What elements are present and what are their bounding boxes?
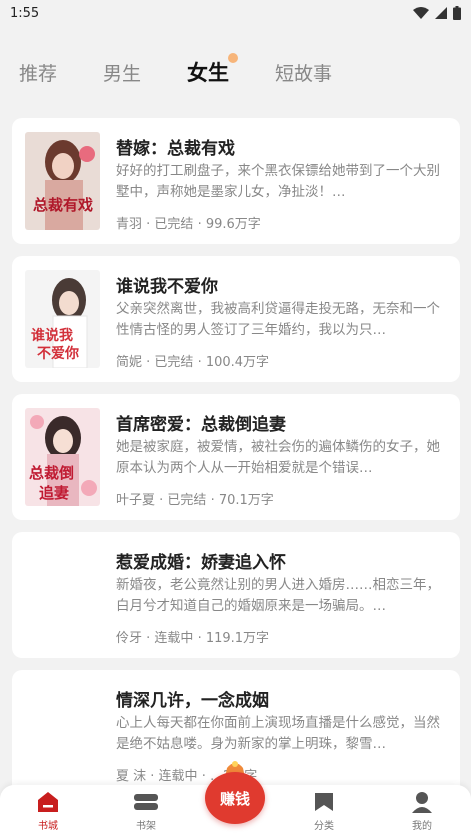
book-description: 新婚夜，老公竟然让别的男人进入婚房……相恋三年，白月兮才知道自己的婚姻原来是一场… — [116, 577, 440, 614]
svg-text:追妻: 追妻 — [39, 484, 69, 502]
book-status: 连载中 — [154, 631, 194, 646]
category-tabs: 推荐 男生 女生 短故事 — [0, 50, 471, 94]
book-meta: 叶子夏 · 已完结 · 70.1万字 — [116, 493, 274, 508]
book-word-count: 119.1万字 — [205, 631, 270, 646]
book-description: 心上人每天都在你面前上演现场直播是什么感觉，当然是绝不姑息喽。身为新家的掌上明珠… — [116, 715, 440, 752]
nav-mine-label: 我的 — [412, 821, 432, 832]
battery-icon — [453, 6, 461, 20]
book-title: 情深几许，一念成姻 — [116, 691, 269, 711]
earn-button-label: 赚钱 — [219, 789, 250, 808]
book-cover-placeholder — [25, 546, 100, 644]
earn-button[interactable]: 赚钱 — [205, 772, 265, 824]
tab-recommend[interactable]: 推荐 — [19, 59, 57, 86]
book-author: 叶子夏 — [116, 493, 156, 508]
nav-bookshelf[interactable]: 书架 — [116, 791, 176, 832]
book-cover: 谁说我 不爱你 — [25, 270, 100, 368]
nav-bookshelf-label: 书架 — [136, 821, 156, 832]
book-description: 父亲突然离世，我被高利贷逼得走投无路，无奈和一个性情古怪的男人签订了三年婚约，我… — [116, 301, 440, 338]
nav-mine[interactable]: 我的 — [392, 791, 452, 832]
status-icons — [413, 6, 461, 20]
nav-bookstore[interactable]: 书城 — [18, 791, 78, 832]
book-card[interactable]: 惹爱成婚：娇妻追入怀 新婚夜，老公竟然让别的男人进入婚房……相恋三年，白月兮才知… — [12, 532, 460, 658]
tab-female-label: 女生 — [187, 61, 230, 85]
book-description: 她是被家庭，被爱情，被社会伤的遍体鳞伤的女子，她原本认为两个人从一开始相爱就是个… — [116, 439, 440, 476]
bookstore-icon — [38, 792, 58, 812]
wifi-icon — [413, 7, 429, 19]
book-author: 夏 沫 — [116, 769, 147, 784]
book-status: 已完结 — [154, 217, 194, 232]
book-cover: 总裁倒 追妻 — [25, 408, 100, 506]
tab-short-story[interactable]: 短故事 — [275, 59, 332, 86]
book-card[interactable]: 谁说我 不爱你 谁说我不爱你 父亲突然离世，我被高利贷逼得走投无路，无奈和一个性… — [12, 256, 460, 382]
svg-text:谁说我: 谁说我 — [31, 327, 73, 344]
book-list: 总裁有戏 替嫁：总裁有戏 好好的打工刷盘子，来个黑衣保镖给她带到了一个大别墅中，… — [12, 118, 460, 808]
book-description: 好好的打工刷盘子，来个黑衣保镖给她带到了一个大别墅中，声称她是墨家儿女，净扯淡！… — [116, 163, 440, 200]
book-card[interactable]: 总裁有戏 替嫁：总裁有戏 好好的打工刷盘子，来个黑衣保镖给她带到了一个大别墅中，… — [12, 118, 460, 244]
book-word-count: 99.6万字 — [205, 217, 261, 232]
tab-indicator-dot — [228, 53, 239, 63]
book-title: 替嫁：总裁有戏 — [116, 139, 235, 159]
book-word-count: 100.4万字 — [205, 355, 270, 370]
book-card[interactable]: 总裁倒 追妻 首席密爱：总裁倒追妻 她是被家庭，被爱情，被社会伤的遍体鳞伤的女子… — [12, 394, 460, 520]
bookshelf-icon — [134, 794, 158, 810]
status-bar: 1:55 — [0, 0, 471, 26]
book-author: 青羽 — [116, 217, 143, 232]
nav-category-label: 分类 — [314, 821, 334, 832]
svg-text:总裁有戏: 总裁有戏 — [33, 196, 93, 214]
book-cover-placeholder — [25, 684, 100, 782]
book-author: 伶牙 — [116, 631, 143, 646]
book-title: 惹爱成婚：娇妻追入怀 — [116, 553, 286, 573]
tab-male[interactable]: 男生 — [103, 59, 141, 86]
svg-text:总裁倒: 总裁倒 — [29, 464, 74, 482]
book-title: 谁说我不爱你 — [116, 277, 218, 297]
book-meta: 简妮 · 已完结 · 100.4万字 — [116, 355, 270, 370]
book-title: 首席密爱：总裁倒追妻 — [116, 415, 286, 435]
book-cover: 总裁有戏 — [25, 132, 100, 230]
signal-icon — [435, 7, 447, 19]
tab-female[interactable]: 女生 — [187, 53, 239, 87]
nav-bookstore-label: 书城 — [38, 821, 58, 832]
profile-icon — [412, 792, 432, 813]
nav-category[interactable]: 分类 — [294, 791, 354, 832]
book-word-count: 70.1万字 — [218, 493, 274, 508]
book-meta: 伶牙 · 连载中 · 119.1万字 — [116, 631, 270, 646]
book-status: 已完结 — [154, 355, 194, 370]
book-meta: 青羽 · 已完结 · 99.6万字 — [116, 217, 261, 232]
book-status: 已完结 — [167, 493, 207, 508]
status-time: 1:55 — [10, 5, 40, 21]
svg-text:不爱你: 不爱你 — [37, 345, 79, 362]
book-status: 连载中 — [158, 769, 198, 784]
category-icon — [315, 793, 333, 811]
book-author: 简妮 — [116, 355, 143, 370]
